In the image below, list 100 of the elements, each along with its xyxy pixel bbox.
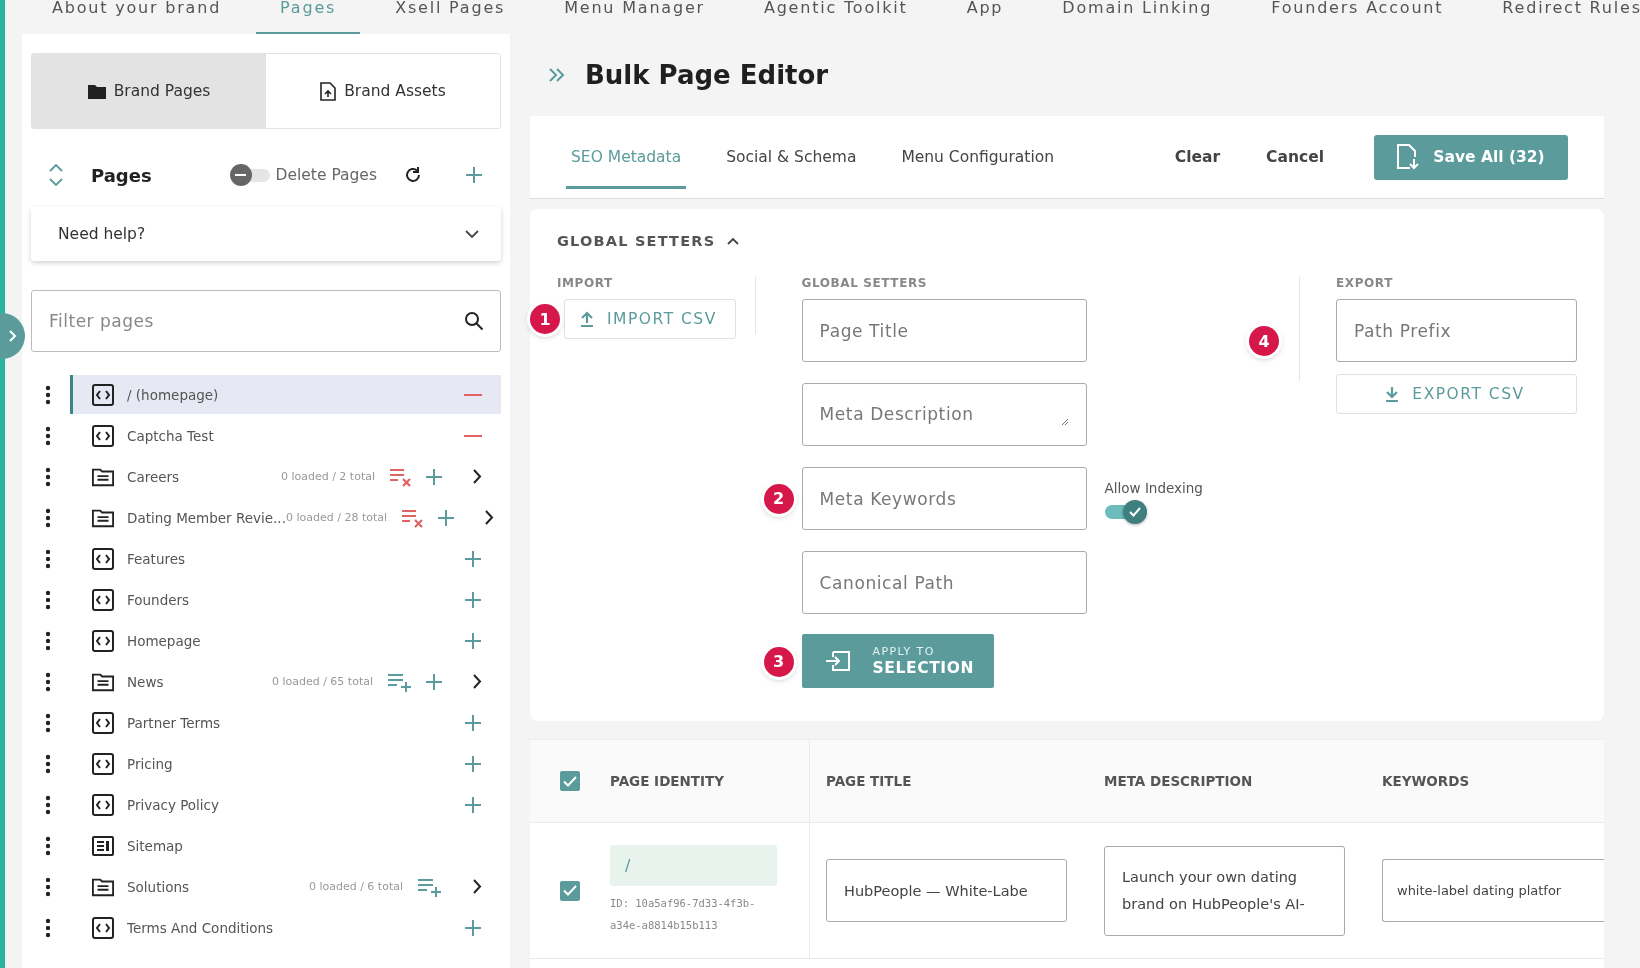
drag-handle-icon[interactable] bbox=[45, 384, 51, 405]
sort-icon[interactable] bbox=[49, 164, 63, 186]
drag-handle-icon[interactable] bbox=[45, 425, 51, 446]
nav-tab[interactable]: Founders Account bbox=[1247, 0, 1468, 34]
checkbox[interactable] bbox=[560, 880, 580, 901]
text-field[interactable]: HubPeople — White-Labe bbox=[826, 859, 1067, 922]
plus-icon[interactable] bbox=[464, 590, 482, 609]
apply-icon bbox=[824, 651, 851, 671]
tree-item[interactable]: Features bbox=[70, 539, 501, 578]
plus-icon[interactable] bbox=[425, 467, 443, 486]
tree-item[interactable]: News 0 loaded / 65 total bbox=[70, 662, 501, 701]
drag-handle-icon[interactable] bbox=[45, 671, 51, 692]
folder-icon bbox=[92, 507, 114, 528]
delete-toggle[interactable] bbox=[229, 164, 270, 186]
minus-icon[interactable] bbox=[464, 433, 482, 438]
text-field[interactable]: Canonical Path bbox=[801, 551, 1087, 614]
drag-handle-icon[interactable] bbox=[45, 507, 51, 528]
drag-handle-icon[interactable] bbox=[45, 466, 51, 487]
chevron-up-icon[interactable] bbox=[727, 237, 740, 245]
clear-button[interactable]: Clear bbox=[1158, 140, 1237, 174]
page-count: 0 loaded / 6 total bbox=[308, 880, 403, 893]
drag-handle-icon[interactable] bbox=[45, 794, 51, 815]
page-name: Captcha Test bbox=[127, 427, 214, 444]
plus-icon[interactable] bbox=[464, 631, 482, 650]
tree-item[interactable]: Pricing bbox=[70, 744, 501, 783]
page-count: 0 loaded / 2 total bbox=[280, 470, 375, 483]
chevron-right-icon bbox=[7, 329, 18, 343]
plus-icon[interactable] bbox=[464, 713, 482, 732]
tree-item[interactable]: Solutions 0 loaded / 6 total bbox=[70, 867, 501, 906]
drag-handle-icon[interactable] bbox=[45, 712, 51, 733]
list-add-icon[interactable] bbox=[417, 876, 443, 897]
column-header: META DESCRIPTION bbox=[1104, 773, 1253, 789]
tree-item[interactable]: Founders bbox=[70, 580, 501, 619]
checkbox[interactable] bbox=[560, 771, 580, 791]
refresh-icon[interactable] bbox=[403, 165, 423, 185]
drag-handle-icon[interactable] bbox=[45, 876, 51, 897]
list-add-icon[interactable] bbox=[387, 671, 413, 692]
text-area[interactable]: Launch your own dating brand on HubPeople's AI- bbox=[1104, 845, 1345, 936]
code-page-icon bbox=[92, 424, 114, 447]
expand-handle[interactable] bbox=[0, 313, 25, 359]
plus-icon[interactable] bbox=[465, 166, 483, 184]
tree-item[interactable]: Captcha Test bbox=[70, 416, 501, 455]
help-dropdown[interactable]: Need help? bbox=[31, 207, 501, 261]
plus-icon[interactable] bbox=[464, 918, 482, 937]
filter-field[interactable]: Filter pages bbox=[31, 290, 501, 352]
list-clear-icon[interactable] bbox=[401, 507, 426, 528]
nav-tab[interactable]: About your brand bbox=[28, 0, 246, 34]
editor-tab[interactable]: Menu Configuration bbox=[896, 116, 1059, 198]
download-icon bbox=[1385, 386, 1400, 402]
text-field[interactable]: Page Title bbox=[801, 299, 1087, 362]
upload-icon bbox=[580, 311, 594, 327]
nav-tab[interactable]: Domain Linking bbox=[1038, 0, 1237, 34]
nav-tab[interactable]: Menu Manager bbox=[540, 0, 729, 34]
tree-item[interactable]: Careers 0 loaded / 2 total bbox=[70, 457, 501, 496]
brand-tab[interactable]: Brand Pages bbox=[32, 54, 266, 128]
drag-handle-icon[interactable] bbox=[45, 548, 51, 569]
editor-tab[interactable]: Social & Schema bbox=[721, 116, 862, 198]
code-page-icon bbox=[92, 711, 114, 734]
plus-icon[interactable] bbox=[425, 672, 443, 691]
plus-icon[interactable] bbox=[464, 795, 482, 814]
tree-item[interactable]: Terms And Conditions bbox=[70, 908, 501, 947]
text-field[interactable]: Path Prefix bbox=[1336, 299, 1577, 362]
file-download-icon bbox=[1397, 144, 1420, 170]
tree-item[interactable]: Sitemap bbox=[70, 826, 501, 865]
tree-item[interactable]: Privacy Policy bbox=[70, 785, 501, 824]
text-field[interactable]: white-label dating platfor bbox=[1382, 859, 1604, 922]
nav-tab[interactable]: Xsell Pages bbox=[371, 0, 530, 34]
chevron-right-icon[interactable] bbox=[473, 879, 482, 894]
drag-handle-icon[interactable] bbox=[45, 835, 51, 856]
drag-handle-icon[interactable] bbox=[45, 917, 51, 938]
page-id: ID: 10a5af96-7d33-4f3b-a34e-a8814b15b113 bbox=[610, 896, 757, 933]
nav-tab[interactable]: App bbox=[942, 0, 1028, 34]
chevron-right-icon[interactable] bbox=[485, 510, 495, 525]
double-chevron-icon[interactable] bbox=[549, 68, 565, 82]
text-area[interactable]: Meta Description bbox=[801, 383, 1087, 446]
step-badge: 2 bbox=[763, 483, 794, 514]
minus-icon[interactable] bbox=[464, 392, 482, 397]
column-header: KEYWORDS bbox=[1382, 773, 1470, 789]
tree-item[interactable]: Homepage bbox=[70, 621, 501, 660]
page-count: 0 loaded / 65 total bbox=[271, 675, 373, 688]
indexing-toggle[interactable] bbox=[1104, 500, 1147, 524]
tree-item[interactable]: Dating Member Revie...0 loaded / 28 total bbox=[70, 498, 510, 537]
drag-handle-icon[interactable] bbox=[45, 589, 51, 610]
plus-icon[interactable] bbox=[464, 549, 482, 568]
chevron-right-icon[interactable] bbox=[473, 674, 482, 689]
text-field[interactable]: Meta Keywords bbox=[801, 467, 1087, 530]
drag-handle-icon[interactable] bbox=[45, 630, 51, 651]
page-name: Features bbox=[127, 550, 186, 567]
plus-icon[interactable] bbox=[437, 508, 456, 527]
search-icon bbox=[464, 311, 484, 331]
tree-item[interactable]: / (homepage) bbox=[70, 375, 501, 414]
drag-handle-icon[interactable] bbox=[45, 753, 51, 774]
column-heading: IMPORT bbox=[557, 276, 614, 290]
list-clear-icon[interactable] bbox=[389, 466, 413, 487]
tree-item[interactable]: Partner Terms bbox=[70, 703, 501, 742]
cancel-button[interactable]: Cancel bbox=[1250, 140, 1340, 174]
chevron-right-icon[interactable] bbox=[473, 469, 482, 484]
plus-icon[interactable] bbox=[464, 754, 482, 773]
nav-tab[interactable]: Agentic Toolkit bbox=[739, 0, 932, 34]
page-name: Careers bbox=[127, 468, 180, 485]
